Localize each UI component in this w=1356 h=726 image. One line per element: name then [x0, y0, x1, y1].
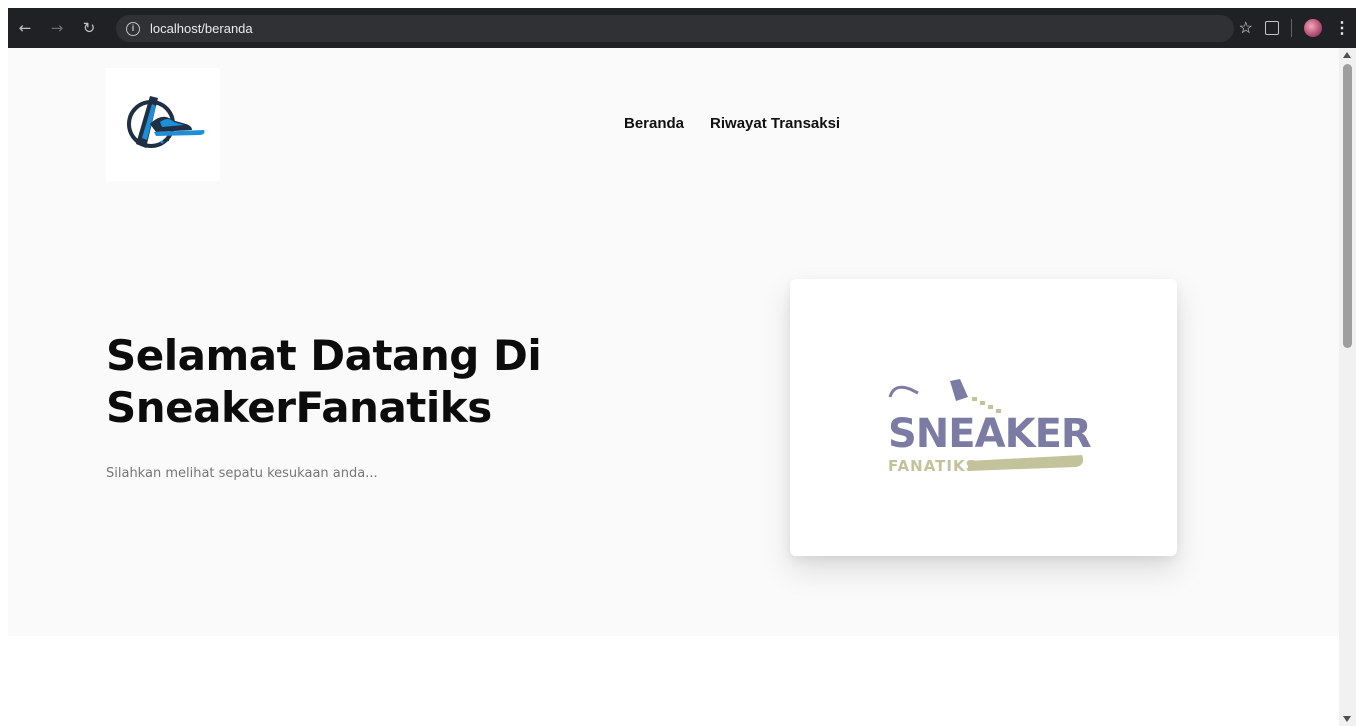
hero-section: Beranda Riwayat Transaksi Selamat Datang…	[8, 48, 1339, 636]
scroll-up-arrow-icon[interactable]	[1343, 52, 1351, 58]
main-nav: Beranda Riwayat Transaksi	[624, 115, 840, 132]
url-text[interactable]: localhost/beranda	[150, 21, 253, 36]
sneaker-circle-logo-icon	[127, 96, 205, 148]
profile-avatar[interactable]	[1304, 19, 1322, 37]
page-scrollbar[interactable]	[1339, 48, 1356, 726]
hero-image-card: SNEAKER FANATIKS	[790, 279, 1177, 556]
hero-title-line1: Selamat Datang Di	[106, 331, 542, 380]
nav-link-riwayat-transaksi[interactable]: Riwayat Transaksi	[710, 115, 840, 132]
address-bar[interactable]: i localhost/beranda	[116, 15, 1234, 42]
extensions-icon[interactable]	[1265, 21, 1279, 35]
scrollbar-thumb[interactable]	[1343, 64, 1352, 348]
card-logo-text-bottom: FANATIKS	[888, 457, 977, 475]
hero-subtitle: Silahkan melihat sepatu kesukaan anda...	[106, 466, 378, 481]
sneakerfanatiks-logo-image: SNEAKER FANATIKS	[888, 379, 1092, 475]
bookmark-star-icon[interactable]: ☆	[1239, 18, 1253, 38]
hero-title: Selamat Datang Di SneakerFanatiks	[106, 330, 666, 434]
back-arrow-icon[interactable]: ←	[14, 19, 36, 37]
forward-arrow-icon[interactable]: →	[46, 19, 68, 37]
toolbar-separator	[1291, 19, 1292, 37]
hero-title-line2: SneakerFanatiks	[106, 383, 492, 432]
window-top-edge	[0, 0, 1356, 8]
card-logo-text-top: SNEAKER	[888, 411, 1091, 457]
toolbar-right: ☆ ⋮	[1239, 8, 1356, 48]
reload-icon[interactable]: ↻	[78, 19, 100, 37]
site-logo[interactable]	[106, 68, 220, 181]
nav-link-beranda[interactable]: Beranda	[624, 115, 684, 132]
page-viewport: Beranda Riwayat Transaksi Selamat Datang…	[8, 48, 1339, 726]
browser-window: ← → ↻ i localhost/beranda ☆ ⋮ Beranda Ri…	[0, 0, 1356, 726]
browser-toolbar: ← → ↻ i localhost/beranda ☆ ⋮	[8, 8, 1356, 48]
scroll-down-arrow-icon[interactable]	[1343, 716, 1351, 722]
menu-kebab-icon[interactable]: ⋮	[1334, 18, 1350, 38]
site-info-icon[interactable]: i	[126, 21, 140, 36]
